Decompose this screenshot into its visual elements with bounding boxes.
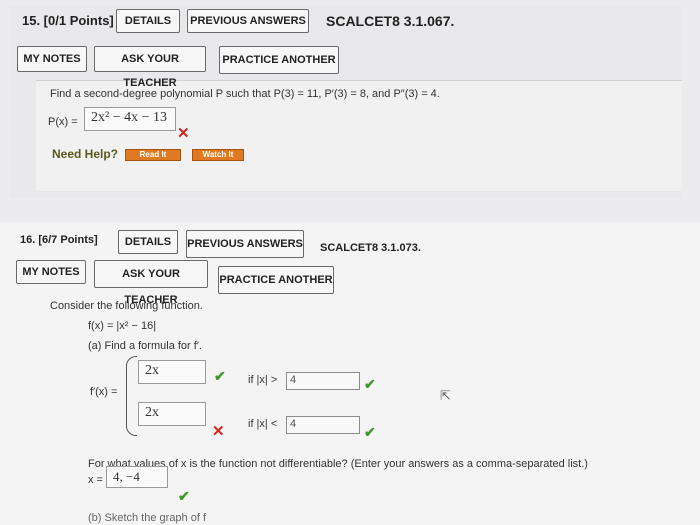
q16-piece2-bound-input[interactable]: 4 (286, 416, 360, 434)
q15-px-label: P(x) = (48, 116, 78, 128)
q16-details-button[interactable]: DETAILS (118, 230, 178, 254)
incorrect-x-icon: ✕ (212, 423, 225, 440)
q16-previous-answers-label: PREVIOUS ANSWERS (187, 238, 303, 250)
q16-previous-answers-button[interactable]: PREVIOUS ANSWERS (186, 230, 304, 258)
q16-details-label: DETAILS (124, 236, 172, 248)
correct-check-icon: ✔ (364, 424, 376, 440)
q15-my-notes-button[interactable]: MY NOTES (17, 46, 87, 72)
q16-problem-code: SCALCET8 3.1.073. (320, 242, 421, 254)
q16-piece1-bound-input[interactable]: 4 (286, 372, 360, 390)
q16-piece2-condition: if |x| < (248, 418, 278, 430)
q16-my-notes-label: MY NOTES (22, 266, 80, 278)
q16-my-notes-button[interactable]: MY NOTES (16, 260, 86, 284)
q16-not-differentiable-question: For what values of x is the function not… (88, 458, 588, 470)
q16-ask-teacher-button[interactable]: ASK YOUR TEACHER (94, 260, 208, 306)
q15-details-label: DETAILS (124, 15, 172, 27)
correct-check-icon: ✔ (364, 376, 376, 392)
q16-practice-another-label: PRACTICE ANOTHER (219, 274, 333, 286)
q16-piece2-input[interactable]: 2x (138, 402, 206, 426)
mouse-cursor-icon: ⇱ (440, 388, 451, 403)
q16-fprime-label: f′(x) = (90, 386, 118, 398)
correct-check-icon: ✔ (214, 368, 226, 384)
q15-watch-it-button[interactable]: Watch It (192, 149, 244, 161)
q16-part-b: (b) Sketch the graph of f (88, 512, 207, 524)
q15-previous-answers-label: PREVIOUS ANSWERS (190, 15, 306, 27)
q15-problem-code: SCALCET8 3.1.067. (326, 13, 455, 29)
q15-practice-another-button[interactable]: PRACTICE ANOTHER (219, 46, 339, 74)
q16-points: 16. [6/7 Points] (20, 234, 98, 246)
incorrect-x-icon: ✕ (177, 125, 190, 142)
q16-x-label: x = (88, 474, 103, 486)
q15-need-help-label: Need Help? (52, 147, 119, 161)
q16-part-a: (a) Find a formula for f′. (88, 340, 202, 352)
piecewise-brace (126, 356, 137, 436)
q15-practice-another-label: PRACTICE ANOTHER (222, 54, 336, 66)
q15-points: 15. [0/1 Points] (22, 13, 114, 28)
q16-practice-another-button[interactable]: PRACTICE ANOTHER (218, 266, 334, 294)
q15-prompt: Find a second-degree polynomial P such t… (50, 88, 440, 100)
q15-ask-teacher-button[interactable]: ASK YOUR TEACHER (94, 46, 206, 89)
q15-details-button[interactable]: DETAILS (116, 9, 180, 33)
q16-function: f(x) = |x² − 16| (88, 320, 157, 332)
q15-answer-input[interactable]: 2x² − 4x − 13 (84, 107, 176, 131)
q16-piece1-condition: if |x| > (248, 374, 278, 386)
q16-piece1-input[interactable]: 2x (138, 360, 206, 384)
q16-intro: Consider the following function. (50, 300, 203, 312)
correct-check-icon: ✔ (178, 488, 190, 504)
q16-not-differentiable-input[interactable]: 4, −4 (106, 466, 168, 488)
q15-my-notes-label: MY NOTES (23, 53, 81, 65)
q15-previous-answers-button[interactable]: PREVIOUS ANSWERS (187, 9, 309, 33)
q15-read-it-button[interactable]: Read It (125, 149, 181, 161)
